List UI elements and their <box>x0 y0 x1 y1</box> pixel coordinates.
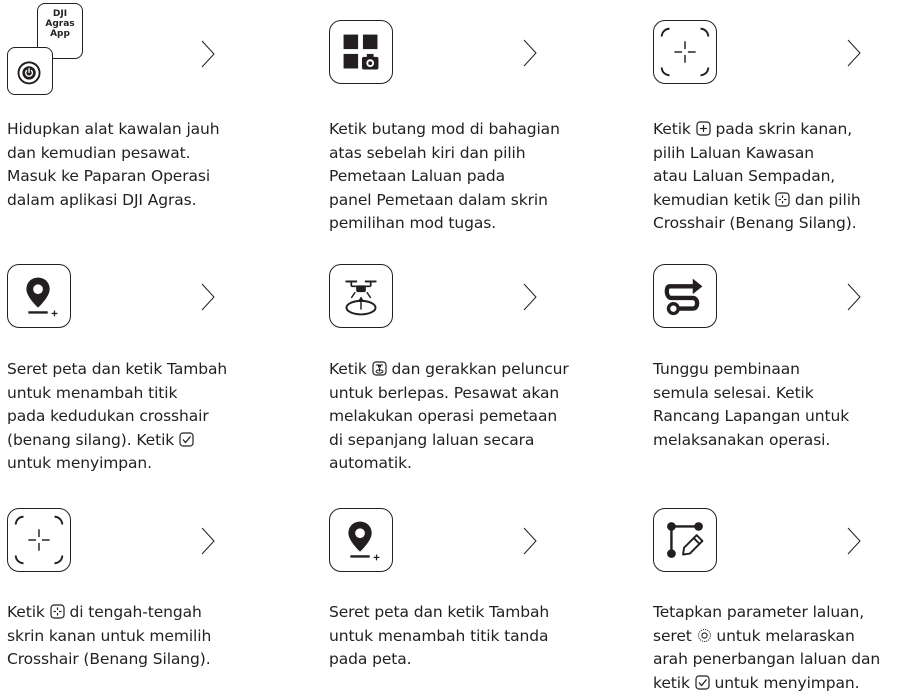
chevron-right-icon <box>847 283 861 311</box>
step-3: Ketik pada skrin kanan, pilih Laluan Kaw… <box>653 20 901 260</box>
chevron-right-icon <box>201 527 215 555</box>
app-label: DJI Agras App <box>45 9 75 39</box>
step-6-text: Tunggu pembinaan semula selesai. Ketik R… <box>653 360 850 449</box>
step-8: Seret peta dan ketik Tambah untuk menamb… <box>329 508 599 678</box>
chevron-right-icon <box>523 39 537 67</box>
chevron-right-icon <box>201 283 215 311</box>
chevron-right-icon <box>523 283 537 311</box>
direction-dial-icon <box>697 628 712 643</box>
step-1-text: Hidupkan alat kawalan jauh dan kemudian … <box>7 120 220 209</box>
step-8-text: Seret peta dan ketik Tambah untuk menamb… <box>329 603 550 668</box>
chevron-right-icon <box>201 40 215 68</box>
crosshair-icon <box>7 508 71 572</box>
remote-controller-icon <box>7 47 53 95</box>
checkbox-save-icon <box>179 431 194 447</box>
takeoff-small-icon <box>372 361 387 376</box>
edit-route-icon <box>653 508 717 572</box>
crosshair-small-icon <box>50 604 65 619</box>
step-9: Tetapkan parameter laluan, seret untuk m… <box>653 508 901 699</box>
chevron-right-icon <box>847 39 861 67</box>
add-square-icon <box>696 121 711 136</box>
chevron-right-icon <box>847 527 861 555</box>
step-6: Tunggu pembinaan semula selesai. Ketik R… <box>653 264 901 474</box>
crosshair-icon <box>653 20 717 84</box>
chevron-right-icon <box>523 527 537 555</box>
step-2: Ketik butang mod di bahagian atas sebela… <box>329 20 599 240</box>
mode-switch-icon <box>329 20 393 84</box>
crosshair-small-icon <box>775 191 790 207</box>
takeoff-icon <box>329 264 393 328</box>
step-7-text: Ketik di tengah-tengah skrin kanan untuk… <box>7 603 212 668</box>
step-5-text: Ketik dan gerakkan peluncur untuk berlep… <box>329 360 569 472</box>
map-pin-add-icon <box>7 264 71 328</box>
step-9-text: Tetapkan parameter laluan, seret untuk m… <box>653 603 881 692</box>
step-4: Seret peta dan ketik Tambah untuk menamb… <box>7 264 277 484</box>
route-plan-icon <box>653 264 717 328</box>
step-4-text: Seret peta dan ketik Tambah untuk menamb… <box>7 360 228 472</box>
step-3-text: Ketik pada skrin kanan, pilih Laluan Kaw… <box>653 120 861 232</box>
checkbox-save-icon <box>695 674 710 690</box>
step-1: DJI Agras App Hidupkan alat kawalan jauh… <box>7 3 277 218</box>
step-7: Ketik di tengah-tengah skrin kanan untuk… <box>7 508 277 678</box>
step-2-text: Ketik butang mod di bahagian atas sebela… <box>329 120 560 232</box>
map-pin-add-icon <box>329 508 393 572</box>
step-5: Ketik dan gerakkan peluncur untuk berlep… <box>329 264 599 494</box>
